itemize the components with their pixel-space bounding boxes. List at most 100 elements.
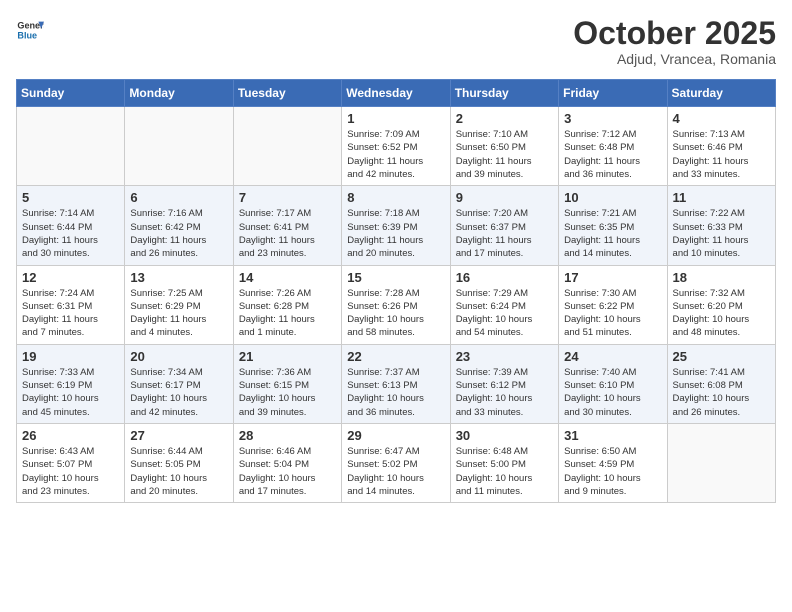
calendar-table: SundayMondayTuesdayWednesdayThursdayFrid…	[16, 79, 776, 503]
day-info: Sunrise: 7:32 AM Sunset: 6:20 PM Dayligh…	[673, 287, 770, 340]
day-number: 4	[673, 111, 770, 126]
day-info: Sunrise: 7:20 AM Sunset: 6:37 PM Dayligh…	[456, 207, 553, 260]
calendar-cell: 9 Sunrise: 7:20 AM Sunset: 6:37 PM Daylig…	[450, 186, 558, 265]
day-number: 29	[347, 428, 444, 443]
day-number: 14	[239, 270, 336, 285]
day-number: 12	[22, 270, 119, 285]
day-info: Sunrise: 6:47 AM Sunset: 5:02 PM Dayligh…	[347, 445, 444, 498]
weekday-header-tuesday: Tuesday	[233, 80, 341, 107]
calendar-cell: 28 Sunrise: 6:46 AM Sunset: 5:04 PM Dayli…	[233, 423, 341, 502]
calendar-cell: 10 Sunrise: 7:21 AM Sunset: 6:35 PM Dayli…	[559, 186, 667, 265]
calendar-cell: 3 Sunrise: 7:12 AM Sunset: 6:48 PM Daylig…	[559, 107, 667, 186]
calendar-cell: 7 Sunrise: 7:17 AM Sunset: 6:41 PM Daylig…	[233, 186, 341, 265]
day-number: 3	[564, 111, 661, 126]
location-subtitle: Adjud, Vrancea, Romania	[573, 51, 776, 67]
header: General Blue October 2025 Adjud, Vrancea…	[16, 16, 776, 67]
day-info: Sunrise: 7:34 AM Sunset: 6:17 PM Dayligh…	[130, 366, 227, 419]
calendar-cell: 30 Sunrise: 6:48 AM Sunset: 5:00 PM Dayli…	[450, 423, 558, 502]
weekday-header-thursday: Thursday	[450, 80, 558, 107]
month-title: October 2025	[573, 16, 776, 51]
day-info: Sunrise: 7:17 AM Sunset: 6:41 PM Dayligh…	[239, 207, 336, 260]
day-info: Sunrise: 7:26 AM Sunset: 6:28 PM Dayligh…	[239, 287, 336, 340]
weekday-header-monday: Monday	[125, 80, 233, 107]
calendar-cell: 15 Sunrise: 7:28 AM Sunset: 6:26 PM Dayli…	[342, 265, 450, 344]
calendar-cell: 23 Sunrise: 7:39 AM Sunset: 6:12 PM Dayli…	[450, 344, 558, 423]
weekday-header-saturday: Saturday	[667, 80, 775, 107]
day-number: 15	[347, 270, 444, 285]
calendar-cell	[17, 107, 125, 186]
weekday-header-friday: Friday	[559, 80, 667, 107]
calendar-week-row: 1 Sunrise: 7:09 AM Sunset: 6:52 PM Daylig…	[17, 107, 776, 186]
day-info: Sunrise: 7:16 AM Sunset: 6:42 PM Dayligh…	[130, 207, 227, 260]
calendar-cell: 6 Sunrise: 7:16 AM Sunset: 6:42 PM Daylig…	[125, 186, 233, 265]
day-number: 30	[456, 428, 553, 443]
title-area: October 2025 Adjud, Vrancea, Romania	[573, 16, 776, 67]
calendar-week-row: 26 Sunrise: 6:43 AM Sunset: 5:07 PM Dayli…	[17, 423, 776, 502]
day-info: Sunrise: 7:37 AM Sunset: 6:13 PM Dayligh…	[347, 366, 444, 419]
day-number: 13	[130, 270, 227, 285]
day-info: Sunrise: 7:09 AM Sunset: 6:52 PM Dayligh…	[347, 128, 444, 181]
calendar-cell: 19 Sunrise: 7:33 AM Sunset: 6:19 PM Dayli…	[17, 344, 125, 423]
day-info: Sunrise: 7:29 AM Sunset: 6:24 PM Dayligh…	[456, 287, 553, 340]
calendar-cell: 14 Sunrise: 7:26 AM Sunset: 6:28 PM Dayli…	[233, 265, 341, 344]
day-info: Sunrise: 7:10 AM Sunset: 6:50 PM Dayligh…	[456, 128, 553, 181]
day-info: Sunrise: 7:13 AM Sunset: 6:46 PM Dayligh…	[673, 128, 770, 181]
calendar-week-row: 12Sunrise: 7:24 AM Sunset: 6:31 PM Dayli…	[17, 265, 776, 344]
day-number: 1	[347, 111, 444, 126]
day-info: Sunrise: 7:18 AM Sunset: 6:39 PM Dayligh…	[347, 207, 444, 260]
calendar-cell: 8Sunrise: 7:18 AM Sunset: 6:39 PM Daylig…	[342, 186, 450, 265]
day-number: 28	[239, 428, 336, 443]
day-number: 5	[22, 190, 119, 205]
calendar-cell: 5 Sunrise: 7:14 AM Sunset: 6:44 PM Daylig…	[17, 186, 125, 265]
calendar-cell: 31 Sunrise: 6:50 AM Sunset: 4:59 PM Dayli…	[559, 423, 667, 502]
weekday-header-sunday: Sunday	[17, 80, 125, 107]
logo: General Blue	[16, 16, 44, 44]
calendar-cell	[667, 423, 775, 502]
day-number: 10	[564, 190, 661, 205]
day-info: Sunrise: 7:36 AM Sunset: 6:15 PM Dayligh…	[239, 366, 336, 419]
day-number: 31	[564, 428, 661, 443]
day-info: Sunrise: 6:48 AM Sunset: 5:00 PM Dayligh…	[456, 445, 553, 498]
day-number: 17	[564, 270, 661, 285]
calendar-cell: 18Sunrise: 7:32 AM Sunset: 6:20 PM Dayli…	[667, 265, 775, 344]
day-number: 21	[239, 349, 336, 364]
day-number: 9	[456, 190, 553, 205]
weekday-header-wednesday: Wednesday	[342, 80, 450, 107]
calendar-cell: 4 Sunrise: 7:13 AM Sunset: 6:46 PM Daylig…	[667, 107, 775, 186]
day-number: 2	[456, 111, 553, 126]
day-number: 11	[673, 190, 770, 205]
calendar-cell: 26 Sunrise: 6:43 AM Sunset: 5:07 PM Dayli…	[17, 423, 125, 502]
calendar-cell: 21 Sunrise: 7:36 AM Sunset: 6:15 PM Dayli…	[233, 344, 341, 423]
day-number: 23	[456, 349, 553, 364]
calendar-cell: 27Sunrise: 6:44 AM Sunset: 5:05 PM Dayli…	[125, 423, 233, 502]
day-info: Sunrise: 6:50 AM Sunset: 4:59 PM Dayligh…	[564, 445, 661, 498]
day-info: Sunrise: 7:28 AM Sunset: 6:26 PM Dayligh…	[347, 287, 444, 340]
calendar-week-row: 19 Sunrise: 7:33 AM Sunset: 6:19 PM Dayli…	[17, 344, 776, 423]
calendar-cell: 29 Sunrise: 6:47 AM Sunset: 5:02 PM Dayli…	[342, 423, 450, 502]
day-info: Sunrise: 7:14 AM Sunset: 6:44 PM Dayligh…	[22, 207, 119, 260]
day-info: Sunrise: 7:30 AM Sunset: 6:22 PM Dayligh…	[564, 287, 661, 340]
calendar-cell: 16Sunrise: 7:29 AM Sunset: 6:24 PM Dayli…	[450, 265, 558, 344]
day-number: 20	[130, 349, 227, 364]
day-number: 26	[22, 428, 119, 443]
day-number: 25	[673, 349, 770, 364]
day-info: Sunrise: 7:22 AM Sunset: 6:33 PM Dayligh…	[673, 207, 770, 260]
day-info: Sunrise: 7:21 AM Sunset: 6:35 PM Dayligh…	[564, 207, 661, 260]
day-info: Sunrise: 6:43 AM Sunset: 5:07 PM Dayligh…	[22, 445, 119, 498]
calendar-cell: 11 Sunrise: 7:22 AM Sunset: 6:33 PM Dayli…	[667, 186, 775, 265]
svg-text:Blue: Blue	[17, 30, 37, 40]
day-info: Sunrise: 7:39 AM Sunset: 6:12 PM Dayligh…	[456, 366, 553, 419]
day-info: Sunrise: 7:41 AM Sunset: 6:08 PM Dayligh…	[673, 366, 770, 419]
calendar-cell: 13Sunrise: 7:25 AM Sunset: 6:29 PM Dayli…	[125, 265, 233, 344]
day-number: 7	[239, 190, 336, 205]
day-info: Sunrise: 7:40 AM Sunset: 6:10 PM Dayligh…	[564, 366, 661, 419]
day-info: Sunrise: 6:46 AM Sunset: 5:04 PM Dayligh…	[239, 445, 336, 498]
weekday-header-row: SundayMondayTuesdayWednesdayThursdayFrid…	[17, 80, 776, 107]
day-number: 6	[130, 190, 227, 205]
day-number: 27	[130, 428, 227, 443]
day-info: Sunrise: 7:33 AM Sunset: 6:19 PM Dayligh…	[22, 366, 119, 419]
calendar-cell: 12Sunrise: 7:24 AM Sunset: 6:31 PM Dayli…	[17, 265, 125, 344]
day-number: 19	[22, 349, 119, 364]
day-info: Sunrise: 7:12 AM Sunset: 6:48 PM Dayligh…	[564, 128, 661, 181]
day-number: 24	[564, 349, 661, 364]
